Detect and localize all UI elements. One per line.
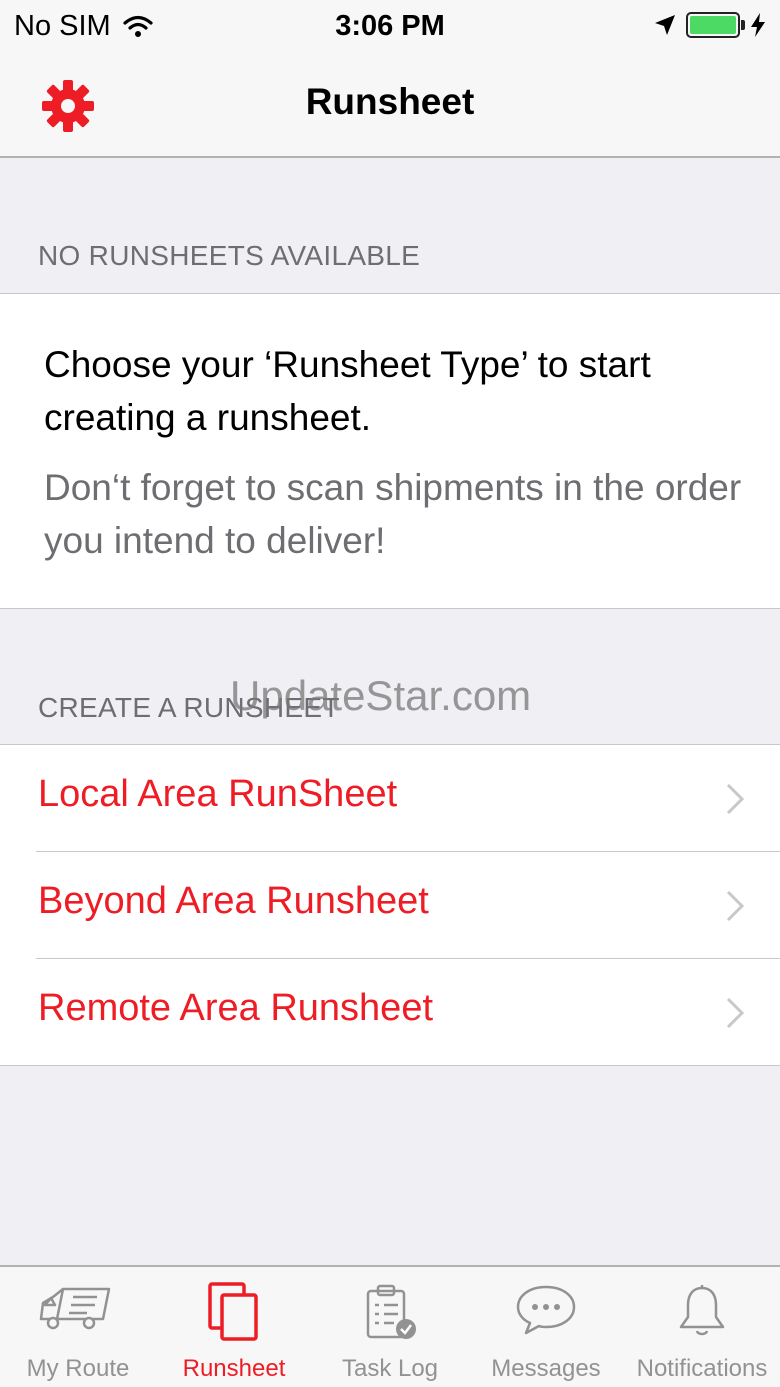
runsheet-type-label: Beyond Area Runsheet bbox=[38, 880, 429, 922]
info-instruction: Choose your ‘Runsheet Type’ to start cre… bbox=[44, 344, 651, 438]
status-bar: No SIM 3:06 PM bbox=[0, 0, 780, 54]
chevron-right-icon bbox=[726, 890, 744, 922]
battery-icon bbox=[686, 12, 745, 38]
tab-label: Messages bbox=[491, 1355, 601, 1382]
status-right bbox=[654, 12, 766, 38]
navigation-bar: Runsheet bbox=[0, 54, 780, 158]
chevron-right-icon bbox=[726, 997, 744, 1029]
list-item-beyond-area[interactable]: Beyond Area Runsheet bbox=[0, 852, 780, 959]
tab-label: My Route bbox=[26, 1355, 130, 1382]
list-item-remote-area[interactable]: Remote Area Runsheet bbox=[0, 959, 780, 1066]
tab-label: Runsheet bbox=[182, 1355, 286, 1382]
truck-icon bbox=[39, 1287, 111, 1330]
create-runsheet-header: CREATE A RUNSHEET bbox=[38, 692, 340, 723]
location-arrow-icon bbox=[655, 15, 675, 35]
charging-bolt-icon bbox=[751, 13, 765, 37]
runsheet-type-label: Local Area RunSheet bbox=[38, 773, 398, 815]
info-card: Choose your ‘Runsheet Type’ to start cre… bbox=[0, 293, 780, 609]
no-runsheets-header: NO RUNSHEETS AVAILABLE bbox=[38, 240, 421, 271]
tab-label: Notifications bbox=[636, 1355, 768, 1382]
list-item-local-area[interactable]: Local Area RunSheet bbox=[0, 745, 780, 852]
battery-fill bbox=[690, 16, 736, 34]
tab-runsheet[interactable]: Runsheet bbox=[156, 1267, 312, 1387]
chat-bubble-icon bbox=[516, 1285, 576, 1335]
bell-icon bbox=[679, 1285, 725, 1336]
page-title: Runsheet bbox=[305, 81, 475, 122]
runsheet-type-label: Remote Area Runsheet bbox=[38, 987, 434, 1029]
documents-icon bbox=[208, 1282, 258, 1341]
tab-notifications[interactable]: Notifications bbox=[624, 1267, 780, 1387]
tab-task-log[interactable]: Task Log bbox=[312, 1267, 468, 1387]
clipboard-check-icon bbox=[366, 1284, 416, 1339]
tab-messages[interactable]: Messages bbox=[468, 1267, 624, 1387]
tab-my-route[interactable]: My Route bbox=[0, 1267, 156, 1387]
tab-bar: My Route Runsheet Task Log Messages Noti… bbox=[0, 1265, 780, 1387]
info-reminder: Don‘t forget to scan shipments in the or… bbox=[44, 467, 742, 561]
battery-tip bbox=[741, 20, 745, 30]
tab-label: Task Log bbox=[341, 1355, 439, 1382]
runsheet-type-list: Local Area RunSheet Beyond Area Runsheet… bbox=[0, 744, 780, 1066]
chevron-right-icon bbox=[726, 783, 744, 815]
